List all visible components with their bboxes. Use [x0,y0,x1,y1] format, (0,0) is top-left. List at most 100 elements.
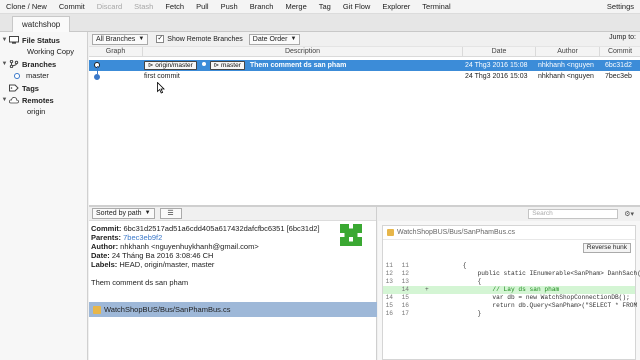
branch-button[interactable]: Branch [244,0,280,14]
sidebar-item-working-copy[interactable]: Working Copy [0,46,87,58]
commit-button[interactable]: Commit [53,0,91,14]
search-input[interactable]: Search [528,209,619,219]
parent-commit-link[interactable]: 7bec3eb9f2 [123,233,162,242]
code-text: public static IEnumerable<SanPham> DanhS… [433,270,640,277]
monitor-icon [9,36,19,44]
column-author[interactable]: Author [536,47,600,57]
collapse-triangle-icon[interactable]: ▼ [0,61,9,67]
parents-label: Parents: [91,233,122,242]
new-line-number: 12 [401,270,409,277]
column-graph[interactable]: Graph [89,47,143,57]
branch-icon [9,60,19,68]
date-line: Date: 24 Tháng Ba 2016 3:08:46 CH [91,251,374,260]
show-remote-branches-checkbox[interactable]: ✓ Show Remote Branches [156,35,243,43]
labels-label: Labels: [91,260,118,269]
git-flow-button[interactable]: Git Flow [337,0,377,14]
old-line-number: 12 [385,270,393,277]
diff-toolbar: Search ⚙▾ [378,207,640,221]
diff-line[interactable]: 14 + // Lay ds san pham [383,286,635,294]
commit-hash: 7bec3eb [605,73,632,80]
commit-description: Them comment ds san pham [249,62,347,69]
file-list-toolbar: Sorted by path ▼ ☰ [89,207,376,221]
sort-dropdown-value: Sorted by path [96,210,142,217]
local-branch-tag[interactable]: ⊳ master [209,61,245,70]
labels-line: Labels: HEAD, origin/master, master [91,260,374,269]
parents-line: Parents: 7bec3eb9f2 [91,233,374,242]
commit-metadata: Commit: 6bc31d2517ad51a6cdd405a617432daf… [89,221,376,301]
sidebar-item-origin[interactable]: origin [0,106,87,118]
commit-id-label: Commit: [91,224,122,233]
code-text: } [433,310,482,317]
diff-line[interactable]: 14 15 var db = new WatchShopConnectionDB(… [383,294,635,302]
sidebar-section-file-status[interactable]: ▼ File Status [0,34,87,46]
pull-button[interactable]: Pull [190,0,215,14]
diff-line[interactable]: 12 12 public static IEnumerable<SanPham> … [383,270,640,278]
diff-line[interactable]: 13 13 { [383,278,635,286]
diff-line[interactable]: 16 17 } [383,310,635,318]
reverse-hunk-button[interactable]: Reverse hunk [582,243,631,253]
commit-history-panel: All Branches ▼ ✓ Show Remote Branches Da… [89,32,640,205]
commit-row[interactable]: first commit 24 Thg3 2016 15:03 nhkhanh … [89,66,640,82]
old-line-number: 11 [385,262,393,269]
sidebar-section-branches[interactable]: ▼ Branches [0,58,87,70]
column-commit[interactable]: Commit [600,47,640,57]
commit-author: nhkhanh <nguyen [538,62,594,69]
commit-author: nhkhanh <nguyen [538,73,594,80]
column-date[interactable]: Date [463,47,536,57]
list-view-button[interactable]: ☰ [159,208,182,219]
sidebar-tags-label: Tags [22,83,39,93]
branches-filter-dropdown[interactable]: All Branches ▼ [92,33,149,45]
explorer-button[interactable]: Explorer [376,0,416,14]
code-text: { [433,262,467,269]
column-description[interactable]: Description [143,47,463,57]
settings-button[interactable]: Settings [601,0,640,14]
commit-row[interactable]: ⊳ origin/master ⊳ master Them comment ds… [89,60,640,71]
push-button[interactable]: Push [215,0,244,14]
terminal-button[interactable]: Terminal [416,0,456,14]
checkmark-icon: ✓ [156,35,165,43]
stash-button[interactable]: Stash [128,0,159,14]
sort-dropdown[interactable]: Sorted by path ▼ [92,208,155,219]
sidebar-item-master-label: master [26,71,49,80]
diff-line[interactable]: 15 16 return db.Query<SanPham>("SELECT * … [383,302,638,310]
mouse-cursor-icon [157,82,165,94]
new-line-number: 15 [401,294,409,301]
hunk-header: Reverse hunk [383,240,635,254]
old-line-number: 14 [385,294,393,301]
chevron-down-icon: ▼ [138,35,145,42]
diff-line[interactable]: 11 11 { [383,262,635,270]
commit-id-line: Commit: 6bc31d2517ad51a6cdd405a617432daf… [91,224,374,233]
repo-tab[interactable]: watchshop [12,16,71,32]
remote-branch-tag[interactable]: ⊳ origin/master [144,61,197,70]
gear-icon[interactable]: ⚙▾ [624,210,634,218]
code-text: // Lay ds san pham [433,286,560,293]
order-dropdown[interactable]: Date Order ▼ [248,33,301,45]
code-text: return db.Query<SanPham>("SELECT * FROM … [433,302,640,309]
code-text: { [433,278,482,285]
file-diff-card: WatchShopBUS/Bus/SanPhamBus.cs Reverse h… [382,225,640,360]
sidebar-remotes-label: Remotes [22,95,54,105]
commit-hash: 6bc31d2 [605,62,632,69]
commit-description: first commit [144,73,180,80]
discard-button[interactable]: Discard [91,0,128,14]
sidebar-item-master[interactable]: master [0,70,87,82]
sidebar-item-origin-label: origin [27,107,46,116]
list-view-icon: ☰ [167,210,174,217]
author-line: Author: nhkhanh <nguyenhuykhanh@gmail.co… [91,242,374,251]
sidebar: ▼ File Status Working Copy ▼ Branches ma… [0,32,88,360]
sidebar-section-tags[interactable]: Tags [0,82,87,94]
graph-node-icon [94,74,100,80]
sidebar-section-remotes[interactable]: ▼ Remotes [0,94,87,106]
collapse-triangle-icon[interactable]: ▼ [0,97,9,103]
tag-icon [9,84,19,92]
merge-button[interactable]: Merge [279,0,312,14]
changed-file-row[interactable]: WatchShopBUS/Bus/SanPhamBus.cs [89,302,377,317]
chevron-down-icon: ▼ [144,210,151,216]
fetch-button[interactable]: Fetch [159,0,190,14]
collapse-triangle-icon[interactable]: ▼ [0,37,9,43]
sidebar-file-status-label: File Status [22,35,60,45]
clone-new-button[interactable]: Clone / New [0,0,53,14]
diff-pane: Search ⚙▾ WatchShopBUS/Bus/SanPhamBus.cs… [378,207,640,360]
labels-value: HEAD, origin/master, master [119,260,215,269]
tag-button[interactable]: Tag [313,0,337,14]
